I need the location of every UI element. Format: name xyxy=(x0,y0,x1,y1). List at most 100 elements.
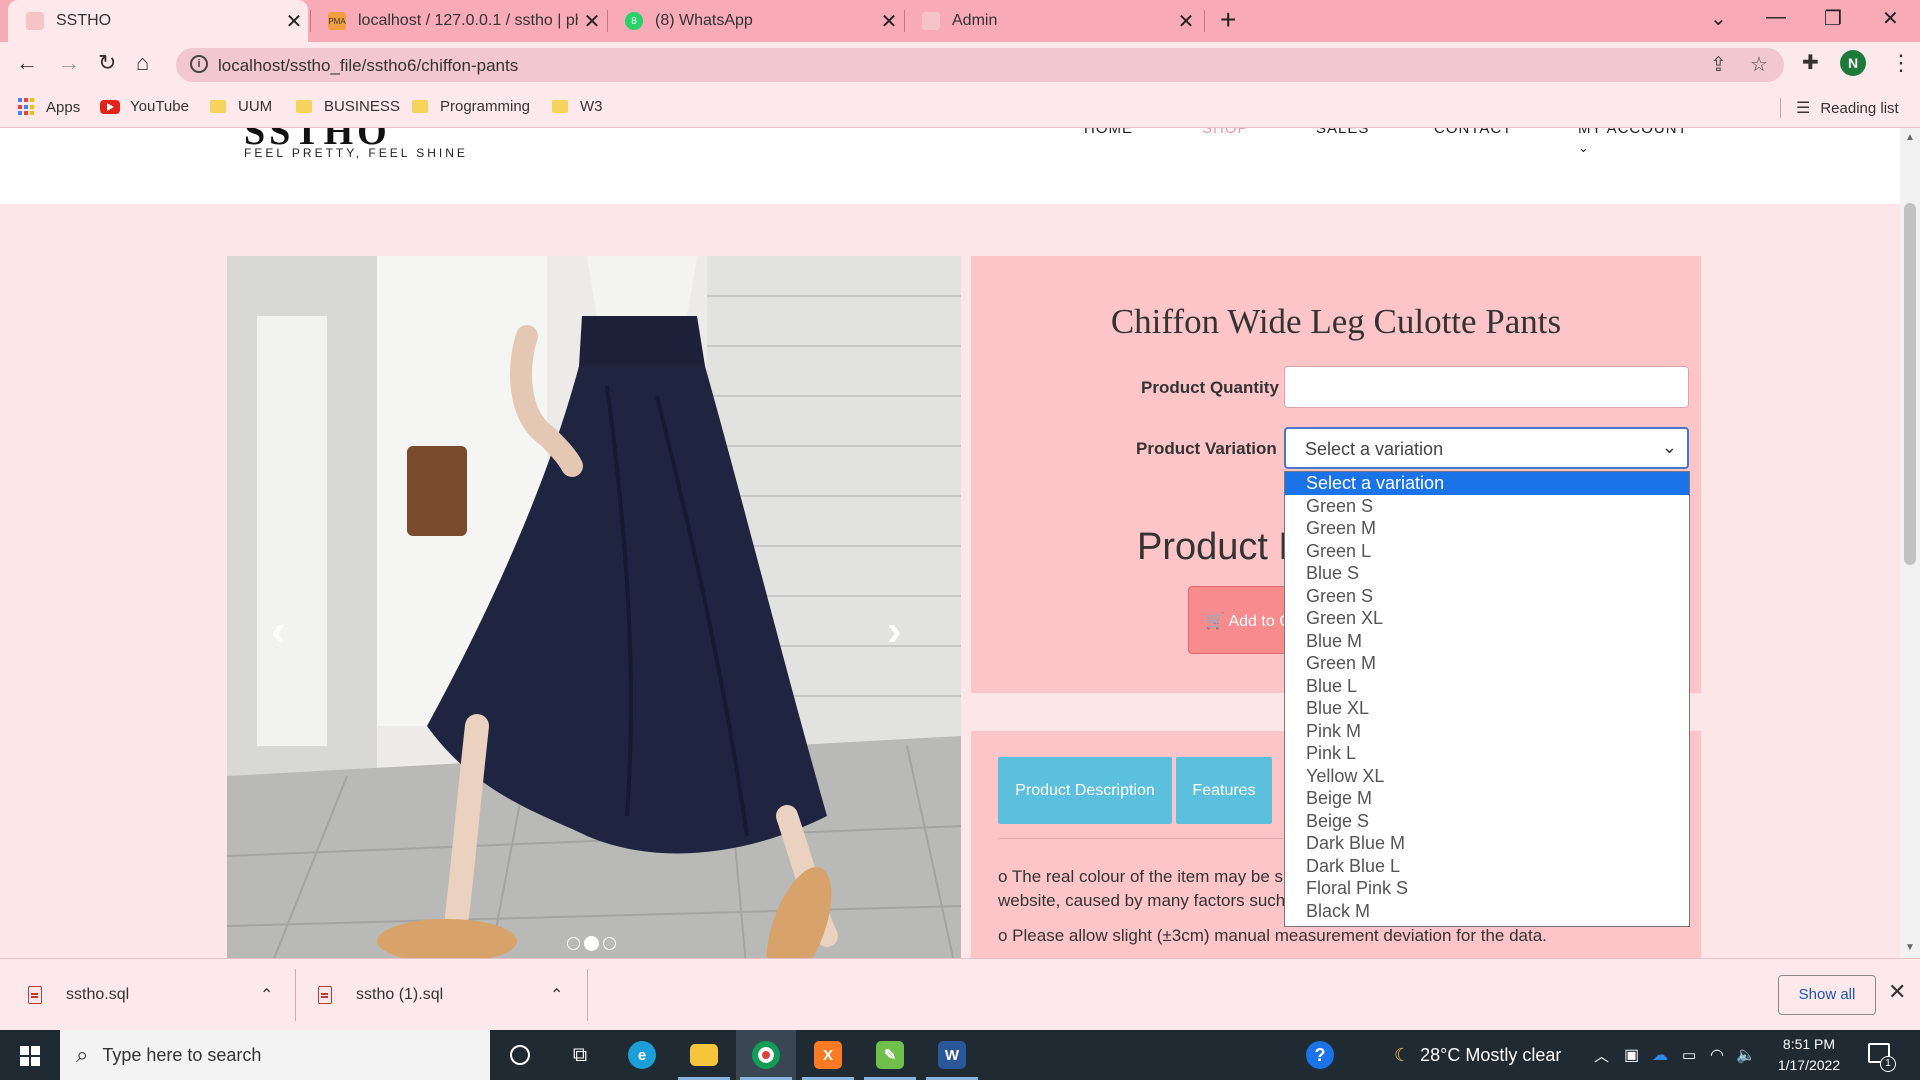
nav-home[interactable]: HOME xyxy=(1084,128,1133,137)
chevron-up-icon[interactable]: ⌃ xyxy=(550,985,563,1005)
carousel-dot[interactable] xyxy=(603,937,616,950)
variation-option[interactable]: Blue M xyxy=(1285,630,1689,653)
battery-icon[interactable]: ▭ xyxy=(1682,1030,1696,1080)
close-icon[interactable]: ✕ xyxy=(1888,979,1906,1005)
variation-option[interactable]: Blue XL xyxy=(1285,697,1689,720)
variation-dropdown-list[interactable]: Select a variation Green S Green M Green… xyxy=(1284,471,1690,927)
close-window-icon[interactable]: ✕ xyxy=(1882,6,1899,31)
chevron-up-icon[interactable]: ⌃ xyxy=(260,985,273,1005)
bookmark-business[interactable]: BUSINESS xyxy=(296,98,400,115)
carousel-prev-icon[interactable]: ‹ xyxy=(271,606,286,656)
wifi-icon[interactable]: ◠ xyxy=(1710,1030,1724,1080)
cortana-icon[interactable] xyxy=(490,1030,550,1080)
variation-option[interactable]: Green XL xyxy=(1285,607,1689,630)
product-image-carousel[interactable]: ‹ › xyxy=(227,256,961,958)
home-icon[interactable]: ⌂ xyxy=(136,50,149,76)
word-icon[interactable]: W xyxy=(922,1030,982,1080)
variation-option[interactable]: Dark Blue M xyxy=(1285,832,1689,855)
reload-icon[interactable]: ↻ xyxy=(98,50,116,76)
volume-icon[interactable]: 🔈 xyxy=(1736,1030,1756,1080)
scroll-up-icon[interactable]: ▲ xyxy=(1905,132,1915,143)
tab-phpmyadmin[interactable]: PMA localhost / 127.0.0.1 / sstho | php … xyxy=(310,0,606,42)
carousel-dot-active[interactable] xyxy=(584,936,599,951)
chevron-down-icon[interactable]: ⌄ xyxy=(1578,140,1589,156)
chrome-icon[interactable] xyxy=(736,1030,796,1080)
close-tab-icon[interactable]: ✕ xyxy=(875,9,903,34)
tab-product-description[interactable]: Product Description xyxy=(998,757,1172,824)
variation-option[interactable]: Pink L xyxy=(1285,742,1689,765)
nav-sales[interactable]: SALES xyxy=(1316,128,1369,137)
variation-option[interactable]: Green L xyxy=(1285,540,1689,563)
task-view-icon[interactable]: ⧉ xyxy=(550,1030,610,1080)
variation-option[interactable]: Dark Blue L xyxy=(1285,855,1689,878)
variation-option[interactable]: Yellow XL xyxy=(1285,765,1689,788)
scroll-down-icon[interactable]: ▼ xyxy=(1905,942,1915,953)
xampp-icon[interactable]: X xyxy=(798,1030,858,1080)
browser-menu-icon[interactable]: ⋮ xyxy=(1890,50,1912,76)
system-clock[interactable]: 8:51 PM 1/17/2022 xyxy=(1764,1034,1854,1076)
reading-list-button[interactable]: ☰ Reading list xyxy=(1796,98,1899,118)
carousel-dot[interactable] xyxy=(567,937,580,950)
back-arrow-icon[interactable]: ← xyxy=(16,50,38,76)
variation-option[interactable]: Beige S xyxy=(1285,810,1689,833)
whatsapp-icon: 8 xyxy=(625,12,643,30)
restore-icon[interactable]: ❐ xyxy=(1824,6,1842,31)
close-tab-icon[interactable]: ✕ xyxy=(280,9,308,34)
variation-option[interactable]: Blue L xyxy=(1285,675,1689,698)
bookmark-apps[interactable]: Apps xyxy=(18,98,80,116)
variation-option[interactable]: Select a variation xyxy=(1285,472,1689,495)
variation-option[interactable]: Floral Pink S xyxy=(1285,877,1689,900)
quantity-input[interactable] xyxy=(1284,366,1689,408)
show-all-button[interactable]: Show all xyxy=(1778,975,1876,1015)
windows-start-icon[interactable] xyxy=(20,1046,40,1066)
variation-option[interactable]: Beige M xyxy=(1285,787,1689,810)
new-tab-button[interactable]: + xyxy=(1220,4,1236,36)
variation-option[interactable]: Pink M xyxy=(1285,720,1689,743)
variation-option[interactable]: Black M xyxy=(1285,900,1689,923)
variation-option[interactable]: Green S xyxy=(1285,585,1689,608)
extensions-puzzle-icon[interactable]: ✚ xyxy=(1802,50,1819,75)
download-item[interactable]: sstho.sql ⌃ xyxy=(28,959,278,1031)
variation-option[interactable]: Green S xyxy=(1285,495,1689,518)
bookmark-programming[interactable]: Programming xyxy=(412,98,530,115)
variation-option[interactable]: Green M xyxy=(1285,652,1689,675)
carousel-next-icon[interactable]: › xyxy=(887,606,902,656)
nav-contact[interactable]: CONTACT xyxy=(1434,128,1512,137)
onedrive-icon[interactable]: ☁ xyxy=(1652,1030,1668,1080)
bookmark-youtube[interactable]: YouTube xyxy=(100,98,189,115)
minimize-icon[interactable]: — xyxy=(1766,6,1786,29)
quantity-label: Product Quantity xyxy=(1141,378,1279,397)
bookmark-star-icon[interactable]: ☆ xyxy=(1750,52,1768,77)
bookmark-uum[interactable]: UUM xyxy=(210,98,272,115)
close-tab-icon[interactable]: ✕ xyxy=(578,9,606,34)
profile-avatar[interactable]: N xyxy=(1840,50,1866,76)
edge-icon[interactable]: e xyxy=(612,1030,672,1080)
taskbar-search-box[interactable]: ⌕ Type here to search xyxy=(60,1030,490,1080)
variation-option[interactable]: Green M xyxy=(1285,517,1689,540)
meet-now-icon[interactable]: ▣ xyxy=(1624,1030,1639,1080)
tab-sstho[interactable]: SSTHO ✕ xyxy=(8,0,308,42)
help-icon[interactable]: ? xyxy=(1306,1030,1334,1080)
notepad-icon[interactable]: ✎ xyxy=(860,1030,920,1080)
download-item[interactable]: sstho (1).sql ⌃ xyxy=(318,959,568,1031)
tab-whatsapp[interactable]: 8 (8) WhatsApp ✕ xyxy=(607,0,903,42)
weather-widget[interactable]: ☾ 28°C Mostly clear xyxy=(1394,1030,1561,1080)
scrollbar-thumb[interactable] xyxy=(1904,203,1916,565)
file-explorer-icon[interactable] xyxy=(674,1030,734,1080)
forward-arrow-icon[interactable]: → xyxy=(58,50,80,76)
tray-chevron-up-icon[interactable]: ︿ xyxy=(1594,1030,1609,1080)
url-text[interactable]: localhost/sstho_file/sstho6/chiffon-pant… xyxy=(218,56,518,76)
tab-features[interactable]: Features xyxy=(1176,757,1272,824)
tab-admin[interactable]: Admin ✕ xyxy=(904,0,1200,42)
nav-my-account[interactable]: MY ACCOUNT xyxy=(1578,128,1688,137)
close-tab-icon[interactable]: ✕ xyxy=(1172,9,1200,34)
bookmark-w3[interactable]: W3 xyxy=(552,98,603,115)
page-scrollbar[interactable]: ▲ ▼ xyxy=(1900,128,1920,958)
site-info-icon[interactable]: i xyxy=(190,55,208,73)
variation-option[interactable]: Blue S xyxy=(1285,562,1689,585)
nav-shop[interactable]: SHOP xyxy=(1202,128,1249,137)
share-icon[interactable]: ⇪ xyxy=(1710,52,1727,77)
address-bar[interactable]: i localhost/sstho_file/sstho6/chiffon-pa… xyxy=(176,48,1784,82)
variation-select[interactable]: Select a variation ⌄ xyxy=(1284,427,1689,469)
tab-search-chevron-icon[interactable]: ⌄ xyxy=(1710,6,1727,31)
